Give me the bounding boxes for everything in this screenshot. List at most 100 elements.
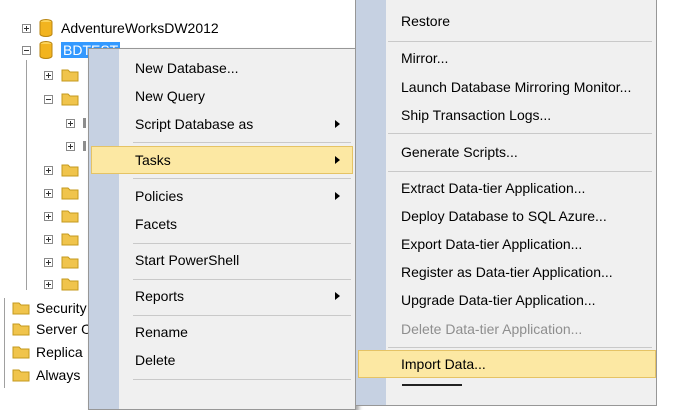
expand-icon[interactable] (44, 279, 53, 289)
menu-item-label: Deploy Database to SQL Azure... (401, 208, 607, 224)
menu-item-label: Restore (401, 13, 451, 29)
menu-item-register-data-tier-app[interactable]: Register as Data-tier Application... (358, 258, 652, 286)
menu-separator (133, 379, 351, 380)
menu-item-tasks[interactable]: Tasks (91, 146, 353, 174)
menu-item-restore[interactable]: Restore (358, 7, 652, 35)
menu-item-new-database[interactable]: New Database... (91, 54, 351, 82)
folder-icon (61, 164, 79, 177)
menu-separator (133, 279, 351, 280)
tree-folder-node[interactable] (44, 251, 85, 273)
folder-icon (12, 346, 30, 359)
menu-item-label: Import Data... (401, 356, 486, 372)
menu-item-policies[interactable]: Policies (91, 182, 351, 210)
submenu-arrow-icon (335, 192, 340, 200)
menu-item-label: New Database... (135, 60, 239, 76)
menu-item-deploy-to-sql-azure[interactable]: Deploy Database to SQL Azure... (358, 202, 652, 230)
folder-icon (61, 233, 79, 246)
menu-item-script-database-as[interactable]: Script Database as (91, 110, 351, 138)
tree-connector-line (4, 298, 5, 388)
menu-item-launch-mirroring-monitor[interactable]: Launch Database Mirroring Monitor... (358, 73, 652, 101)
database-icon (39, 19, 53, 37)
menu-separator (133, 178, 351, 179)
menu-separator (388, 171, 652, 172)
menu-item-mirror[interactable]: Mirror... (358, 44, 652, 72)
tree-node-security[interactable]: Security (12, 297, 87, 319)
menu-item-label: Reports (135, 288, 185, 304)
menu-item-label: Upgrade Data-tier Application... (401, 292, 596, 308)
expand-icon[interactable] (44, 211, 53, 221)
folder-icon (61, 187, 79, 200)
menu-item-label: Export Data-tier Application... (401, 236, 583, 252)
database-context-menu: New Database... New Query Script Databas… (88, 48, 356, 410)
tree-folder-node[interactable] (66, 135, 86, 157)
submenu-arrow-icon (335, 292, 340, 300)
tree-node-server-objects[interactable]: Server O (12, 318, 92, 340)
menu-item-label: Mirror... (401, 50, 449, 66)
tree-folder-node[interactable] (44, 159, 85, 181)
expand-icon[interactable] (44, 165, 53, 175)
tree-folder-node[interactable] (44, 228, 85, 250)
tree-node-stub (83, 118, 86, 128)
tree-folder-node[interactable] (44, 88, 85, 110)
tree-folder-node[interactable] (44, 205, 85, 227)
expand-icon[interactable] (66, 118, 75, 128)
menu-item-new-query[interactable]: New Query (91, 82, 351, 110)
menu-item-label: Register as Data-tier Application... (401, 264, 613, 280)
folder-icon (12, 302, 30, 315)
submenu-arrow-icon (335, 156, 340, 164)
menu-item-label: Policies (135, 188, 184, 204)
menu-item-label: Launch Database Mirroring Monitor... (401, 79, 632, 95)
menu-item-label: Script Database as (135, 116, 254, 132)
expand-icon[interactable] (44, 70, 53, 80)
tree-connector-line (26, 60, 27, 290)
folder-icon (61, 256, 79, 269)
tree-node-label: AdventureWorksDW2012 (61, 20, 219, 36)
menu-item-facets[interactable]: Facets (91, 210, 351, 238)
folder-icon (12, 323, 30, 336)
menu-separator (133, 142, 351, 143)
tree-folder-node[interactable] (44, 273, 85, 295)
menu-item-rename[interactable]: Rename (91, 318, 351, 346)
expand-icon[interactable] (44, 234, 53, 244)
collapse-icon[interactable] (22, 45, 31, 55)
expand-icon[interactable] (44, 188, 53, 198)
menu-separator (388, 347, 652, 348)
menu-separator (388, 133, 652, 134)
menu-item-label: Rename (135, 324, 188, 340)
menu-item-ship-transaction-logs[interactable]: Ship Transaction Logs... (358, 101, 652, 129)
menu-item-extract-data-tier-app[interactable]: Extract Data-tier Application... (358, 174, 652, 202)
folder-icon (61, 278, 79, 291)
tree-node-stub (83, 141, 86, 151)
tree-node-adventureworksdw2012[interactable]: AdventureWorksDW2012 (22, 17, 219, 39)
menu-item-label: New Query (135, 88, 206, 104)
folder-icon (61, 210, 79, 223)
tree-folder-node[interactable] (66, 112, 86, 134)
tree-node-alwayson[interactable]: Always (12, 364, 80, 386)
menu-separator (388, 41, 652, 42)
expand-icon[interactable] (66, 141, 75, 151)
submenu-arrow-icon (335, 120, 340, 128)
menu-item-label: Delete (135, 352, 176, 368)
folder-icon (12, 369, 30, 382)
folder-icon (61, 69, 79, 82)
menu-item-label: Tasks (135, 152, 171, 168)
menu-item-reports[interactable]: Reports (91, 282, 351, 310)
collapse-icon[interactable] (44, 94, 53, 104)
expand-icon[interactable] (22, 23, 31, 33)
menu-item-label: Ship Transaction Logs... (401, 107, 552, 123)
tree-node-label: Security (36, 300, 87, 316)
tree-folder-node[interactable] (44, 182, 85, 204)
menu-item-upgrade-data-tier-app[interactable]: Upgrade Data-tier Application... (358, 286, 652, 314)
tree-folder-node[interactable] (44, 64, 85, 86)
folder-icon (61, 93, 79, 106)
tree-node-replication[interactable]: Replica (12, 341, 83, 363)
menu-item-import-data[interactable]: Import Data... (358, 350, 656, 378)
menu-item-generate-scripts[interactable]: Generate Scripts... (358, 138, 652, 166)
tree-node-label: Replica (36, 344, 83, 360)
database-icon (39, 41, 53, 59)
menu-item-start-powershell[interactable]: Start PowerShell (91, 246, 351, 274)
menu-item-label: Extract Data-tier Application... (401, 180, 586, 196)
menu-item-delete[interactable]: Delete (91, 346, 351, 374)
expand-icon[interactable] (44, 257, 53, 267)
menu-item-export-data-tier-app[interactable]: Export Data-tier Application... (358, 230, 652, 258)
